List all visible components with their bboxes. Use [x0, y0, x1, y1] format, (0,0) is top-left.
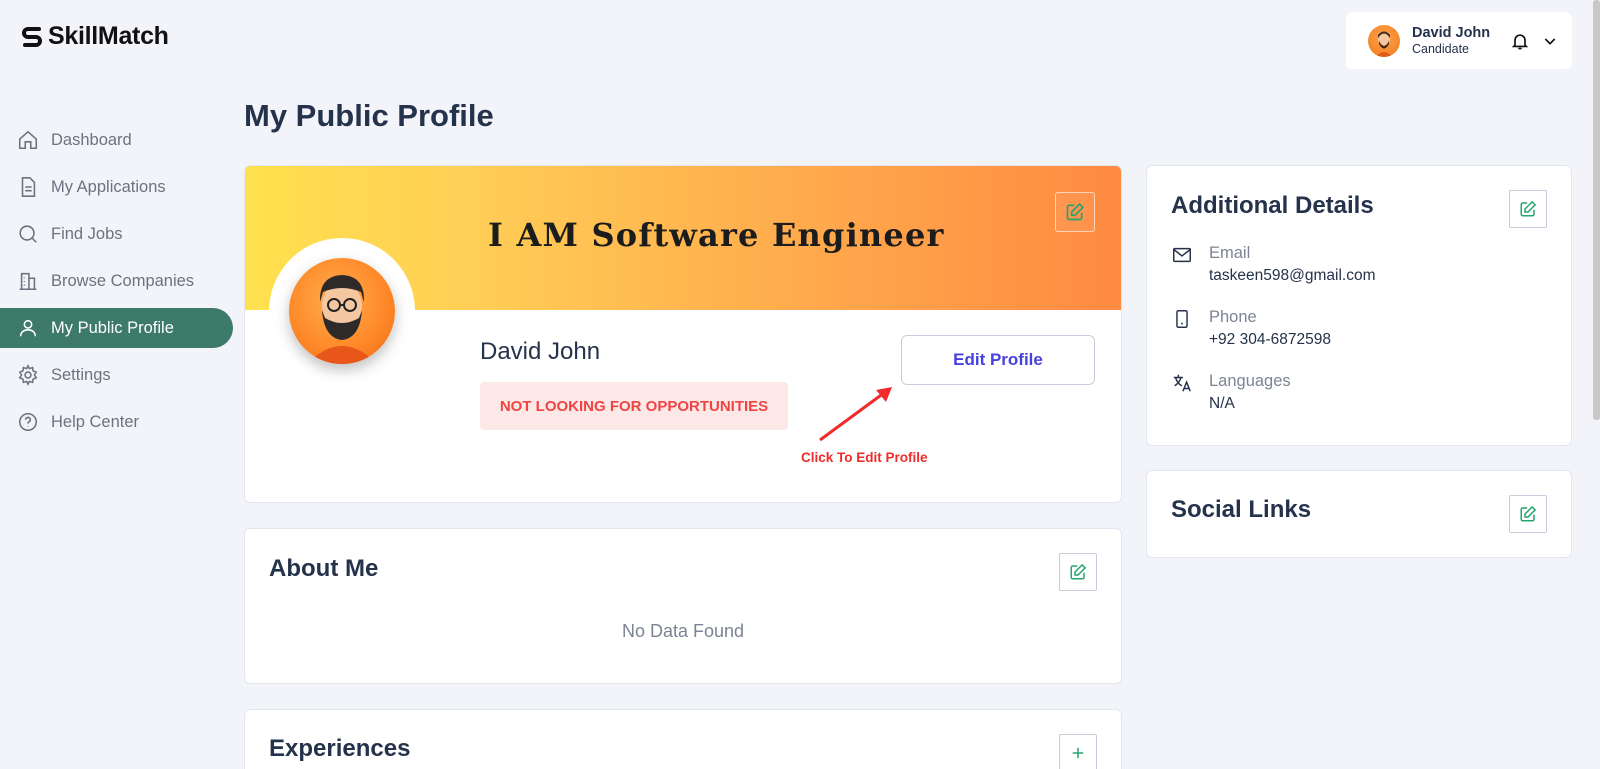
- email-value: taskeen598@gmail.com: [1209, 267, 1376, 284]
- user-menu[interactable]: David John Candidate: [1346, 12, 1572, 69]
- experiences-title: Experiences: [269, 735, 411, 762]
- mail-icon: [1173, 247, 1191, 263]
- sidebar-item-my-applications[interactable]: My Applications: [0, 167, 233, 207]
- languages-label: Languages: [1209, 372, 1291, 390]
- about-me-title: About Me: [269, 555, 379, 582]
- languages-value: N/A: [1209, 395, 1235, 412]
- skillmatch-logo-icon: [22, 26, 42, 47]
- status-badge: NOT LOOKING FOR OPPORTUNITIES: [480, 382, 788, 430]
- sidebar-item-label: Help Center: [51, 412, 140, 431]
- phone-value: +92 304-6872598: [1209, 331, 1331, 348]
- search-icon: [19, 225, 37, 243]
- document-icon: [21, 177, 36, 197]
- sidebar-item-label: Find Jobs: [51, 224, 123, 243]
- brand-logo[interactable]: SkillMatch: [20, 22, 169, 51]
- profile-name: David John: [480, 338, 601, 365]
- about-me-edit-button[interactable]: [1059, 553, 1097, 591]
- additional-details-title: Additional Details: [1171, 192, 1374, 219]
- user-role: Candidate: [1412, 41, 1469, 56]
- annotation-arrow-icon: [819, 387, 892, 442]
- edit-icon: [1070, 563, 1087, 580]
- sidebar-item-dashboard[interactable]: Dashboard: [0, 120, 233, 160]
- profile-card: I AM Software Engineer David John NOT LO…: [244, 165, 1122, 503]
- sidebar: Dashboard My Applications Find Jobs Brow…: [0, 120, 234, 449]
- additional-details-card: Additional Details Email taskeen598@gmai…: [1146, 165, 1572, 446]
- home-icon: [18, 130, 38, 150]
- email-detail: Email taskeen598@gmail.com: [1171, 242, 1376, 288]
- about-me-card: About Me No Data Found: [244, 528, 1122, 684]
- profile-avatar-frame: [269, 238, 415, 384]
- user-name: David John: [1412, 24, 1491, 41]
- social-links-card: Social Links: [1146, 470, 1572, 558]
- phone-icon: [1176, 310, 1188, 328]
- edit-profile-button[interactable]: Edit Profile: [901, 335, 1095, 385]
- sidebar-item-label: Browse Companies: [51, 271, 195, 290]
- sidebar-item-find-jobs[interactable]: Find Jobs: [0, 214, 233, 254]
- sidebar-item-label: Settings: [51, 365, 111, 384]
- phone-label: Phone: [1209, 308, 1257, 326]
- edit-icon: [1520, 505, 1537, 522]
- sidebar-item-label: Dashboard: [51, 130, 132, 149]
- social-links-edit-button[interactable]: [1509, 495, 1547, 533]
- scrollbar[interactable]: [1593, 0, 1600, 420]
- about-me-empty-state: No Data Found: [621, 621, 745, 641]
- user-icon: [19, 319, 37, 337]
- sidebar-item-my-public-profile[interactable]: My Public Profile: [0, 308, 233, 348]
- experiences-card: Experiences: [244, 709, 1122, 769]
- page-title: My Public Profile: [244, 98, 494, 133]
- sidebar-item-label: My Public Profile: [51, 318, 174, 337]
- translate-icon: [1173, 374, 1191, 392]
- add-experience-button[interactable]: [1059, 734, 1097, 769]
- edit-icon: [1520, 200, 1537, 217]
- banner-edit-button[interactable]: [1055, 192, 1095, 232]
- building-icon: [19, 272, 37, 291]
- edit-icon: [1066, 202, 1085, 221]
- additional-details-edit-button[interactable]: [1509, 190, 1547, 228]
- banner-headline: I AM Software Engineer: [488, 216, 945, 254]
- brand-name: SkillMatch: [48, 22, 169, 50]
- chevron-down-icon[interactable]: [1542, 33, 1558, 49]
- email-label: Email: [1209, 244, 1251, 262]
- bell-icon[interactable]: [1510, 31, 1530, 51]
- sidebar-item-browse-companies[interactable]: Browse Companies: [0, 261, 233, 301]
- social-links-title: Social Links: [1171, 496, 1312, 523]
- plus-icon: [1072, 747, 1084, 759]
- sidebar-item-label: My Applications: [51, 177, 166, 196]
- sidebar-item-help-center[interactable]: Help Center: [0, 402, 233, 442]
- annotation-text: Click To Edit Profile: [801, 450, 928, 465]
- sidebar-item-settings[interactable]: Settings: [0, 355, 233, 395]
- phone-detail: Phone +92 304-6872598: [1171, 306, 1331, 352]
- help-icon: [18, 412, 38, 432]
- gear-icon: [18, 364, 38, 386]
- avatar: [1368, 24, 1400, 57]
- profile-avatar: [289, 258, 395, 364]
- languages-detail: Languages N/A: [1171, 370, 1291, 416]
